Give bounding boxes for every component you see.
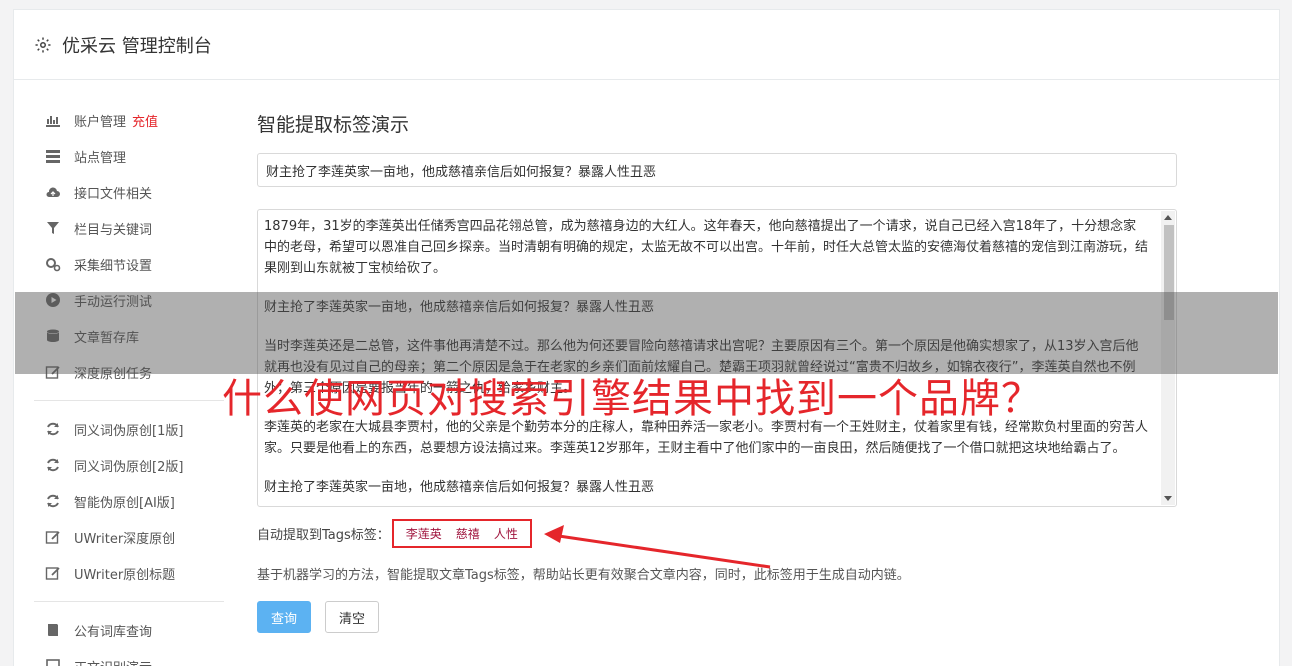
sidebar-item-label: UWriter原创标题 [74, 567, 176, 583]
tag: 慈禧 [455, 527, 480, 541]
sidebar-item-synonym-v2[interactable]: 同义词伪原创[2版] [34, 447, 224, 483]
sidebar-item-text-recognition[interactable]: 正文识别演示 [34, 648, 224, 666]
sidebar-item-label: 智能伪原创[AI版] [74, 495, 175, 511]
sidebar-divider [34, 601, 224, 602]
sidebar-item-label: 账户管理 [74, 114, 127, 130]
title-input-value: 财主抢了李莲英家一亩地，他成慈禧亲信后如何报复？暴露人性丑恶 [266, 164, 657, 180]
tag: 人性 [493, 527, 518, 541]
sidebar-item-uwriter-deep[interactable]: UWriter深度原创 [34, 519, 224, 555]
query-button[interactable]: 查询 [257, 601, 311, 633]
annotation-arrow-icon [544, 525, 771, 569]
sidebar-item-interface[interactable]: 接口文件相关 [34, 174, 224, 210]
sidebar-item-label: 接口文件相关 [74, 186, 153, 202]
sidebar-item-label: 采集细节设置 [74, 258, 153, 274]
sidebar-item-label: 正文识别演示 [74, 657, 152, 666]
sidebar-item-synonym-v1[interactable]: 同义词伪原创[1版] [34, 411, 224, 447]
bar-chart-icon [44, 112, 62, 128]
square-icon [44, 658, 62, 666]
sidebar-item-columns[interactable]: 栏目与关键词 [34, 210, 224, 246]
scroll-down-icon[interactable] [1164, 496, 1172, 501]
overlay-band [15, 292, 1278, 374]
sidebar-item-uwriter-title[interactable]: UWriter原创标题 [34, 555, 224, 591]
edit-icon [44, 529, 62, 545]
cloud-upload-icon [44, 184, 62, 200]
sidebar: 账户管理 充值 站点管理 接口文件相关 栏目与关键词 采集细节设置 手动运行测试… [34, 102, 224, 666]
filter-icon [44, 220, 62, 236]
sidebar-item-collect[interactable]: 采集细节设置 [34, 246, 224, 282]
gears-icon [44, 256, 62, 272]
server-icon [44, 148, 62, 164]
sidebar-item-lexicon[interactable]: 公有词库查询 [34, 612, 224, 648]
book-icon [44, 622, 62, 638]
section-heading: 智能提取标签演示 [257, 114, 410, 136]
refresh-icon [44, 421, 62, 437]
sidebar-item-label: 栏目与关键词 [74, 222, 153, 238]
sidebar-item-label: 同义词伪原创[2版] [74, 459, 184, 475]
content-paragraph: 1879年，31岁的李莲英出任储秀宫四品花翎总管，成为慈禧身边的大红人。这年春天… [264, 219, 1149, 276]
title-input[interactable]: 财主抢了李莲英家一亩地，他成慈禧亲信后如何报复？暴露人性丑恶 [257, 153, 1177, 187]
sidebar-item-label: 站点管理 [74, 150, 127, 166]
tag: 李莲英 [405, 527, 442, 541]
overlay-caption: 什么使网页对搜索引擎结果中找到一个品牌？ [222, 376, 1042, 422]
sidebar-item-label: UWriter深度原创 [74, 531, 176, 547]
recharge-link[interactable]: 充值 [132, 111, 158, 130]
clear-button[interactable]: 清空 [325, 601, 379, 633]
sidebar-item-account[interactable]: 账户管理 充值 [34, 102, 224, 138]
tags-box: 李莲英 慈禧 人性 [391, 519, 532, 548]
refresh-icon [44, 457, 62, 473]
gear-icon [34, 36, 52, 54]
sidebar-item-ai-rewrite[interactable]: 智能伪原创[AI版] [34, 483, 224, 519]
edit-icon [44, 565, 62, 581]
panel-header: 优采云 管理控制台 [14, 10, 1279, 80]
refresh-icon [44, 493, 62, 509]
page-title: 优采云 管理控制台 [62, 35, 212, 57]
content-paragraph: 财主抢了李莲英家一亩地，他成慈禧亲信后如何报复？暴露人性丑恶 [264, 480, 655, 495]
tags-label: 自动提取到Tags标签： [257, 528, 390, 543]
sidebar-item-label: 公有词库查询 [74, 624, 153, 640]
button-row: 查询 清空 [257, 601, 1177, 633]
sidebar-item-label: 同义词伪原创[1版] [74, 423, 184, 439]
sidebar-item-sites[interactable]: 站点管理 [34, 138, 224, 174]
scroll-up-icon[interactable] [1164, 215, 1172, 220]
sidebar-divider [34, 400, 224, 401]
